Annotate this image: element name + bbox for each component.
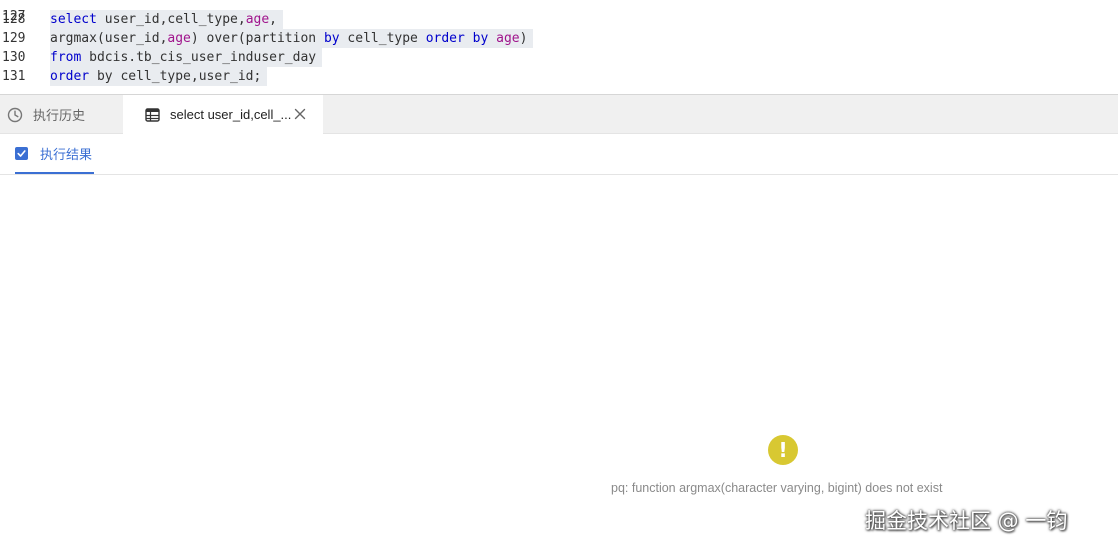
- sql-keyword: order: [50, 69, 90, 84]
- sql-text: user_id,cell_type,: [96, 12, 246, 27]
- sql-identifier: age: [496, 31, 520, 46]
- tab-history[interactable]: 执行历史: [0, 95, 122, 134]
- result-tab-bar: 执行历史 select user_id,cell_...: [0, 94, 1118, 134]
- tab-query[interactable]: select user_id,cell_...: [123, 95, 323, 134]
- sql-text: by cell_type,user_id;: [89, 69, 262, 84]
- line-number: 130: [2, 50, 26, 65]
- watermark: 掘金技术社区 @ 一钧: [865, 509, 1068, 533]
- tab-history-label: 执行历史: [33, 108, 86, 123]
- code-text: order by cell_type,user_id;: [50, 67, 268, 86]
- line-number: 129: [2, 31, 26, 46]
- sql-editor[interactable]: 127 128 select user_id,cell_type,age, 129 a…: [0, 0, 1118, 94]
- sql-keyword: order: [425, 31, 465, 46]
- tab-execution-result[interactable]: 执行结果: [15, 134, 94, 174]
- sql-text: argmax(user_id,: [50, 31, 168, 46]
- sql-text: ) over(partition: [190, 31, 324, 46]
- code-text: select user_id,cell_type,age,: [50, 10, 283, 29]
- sql-keyword: by: [323, 31, 340, 46]
- line-number: 128: [2, 12, 26, 27]
- sql-text: cell_type: [339, 31, 426, 46]
- sql-text: ): [519, 31, 528, 46]
- result-subtabs: 执行结果: [0, 134, 1118, 175]
- clock-icon: [6, 106, 24, 124]
- sql-keyword: select: [50, 12, 97, 27]
- warning-icon: !: [768, 435, 798, 465]
- checkbox-icon: [15, 146, 28, 160]
- table-icon: [143, 106, 161, 124]
- sql-text: bdcis.tb_cis_user_induser_day: [81, 50, 317, 65]
- code-text: from bdcis.tb_cis_user_induser_day: [50, 48, 323, 67]
- sql-keyword: by: [472, 31, 489, 46]
- sql-text: ,: [269, 12, 277, 27]
- tab-query-label: select user_id,cell_...: [170, 107, 292, 122]
- line-number: 131: [2, 69, 26, 84]
- tab-execution-result-label: 执行结果: [40, 146, 93, 162]
- error-message: pq: function argmax(character varying, b…: [611, 481, 943, 495]
- code-text: argmax(user_id,age) over(partition by ce…: [50, 29, 534, 48]
- sql-identifier: age: [167, 31, 191, 46]
- sql-keyword: from: [50, 50, 82, 65]
- code-line-cut: 127: [0, 0, 31, 24]
- sql-identifier: age: [245, 12, 270, 27]
- close-icon[interactable]: [291, 105, 309, 123]
